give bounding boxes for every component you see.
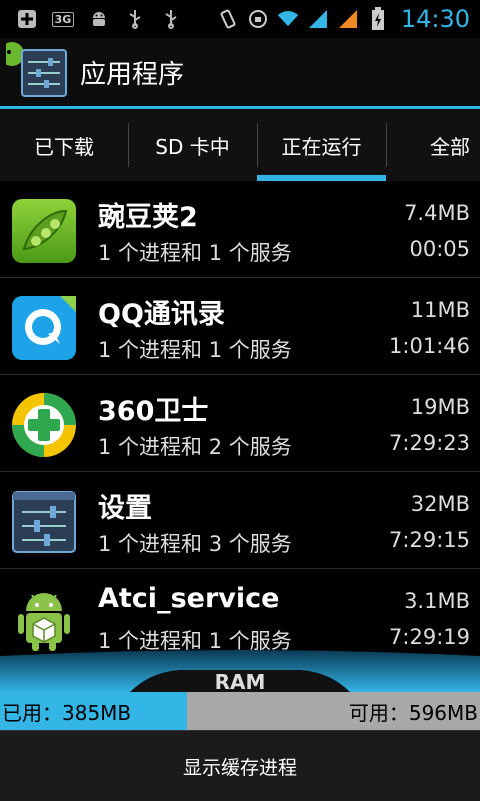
ram-label: RAM <box>214 670 266 694</box>
signal-icon <box>307 8 329 30</box>
app-process-info: 1 个进程和 1 个服务 <box>98 338 292 362</box>
add-notification-icon <box>16 8 38 30</box>
tab-label: SD 卡中 <box>155 134 230 159</box>
app-run-time: 7:29:19 <box>389 625 470 649</box>
battery-charging-icon <box>367 7 389 30</box>
list-item[interactable]: QQ通讯录 1 个进程和 1 个服务 11MB 1:01:46 <box>0 278 480 375</box>
settings-icon <box>10 488 78 556</box>
app-run-time: 7:29:23 <box>389 431 470 455</box>
360-security-icon <box>10 391 78 459</box>
list-item[interactable]: 设置 1 个进程和 3 个服务 32MB 7:29:15 <box>0 472 480 569</box>
status-left-icons: 3G <box>0 8 182 30</box>
show-cached-processes-button[interactable]: 显示缓存进程 <box>183 753 297 780</box>
list-item[interactable]: Atci_service 1 个进程和 1 个服务 3.1MB 7:29:19 <box>0 569 480 656</box>
list-item[interactable]: 360卫士 1 个进程和 2 个服务 19MB 7:29:23 <box>0 375 480 472</box>
app-run-time: 00:05 <box>409 237 470 261</box>
status-right-icons: 14:30 <box>217 5 480 33</box>
tab-bar: 已下载 SD 卡中 正在运行 全部 <box>0 109 480 182</box>
app-memory-size: 3.1MB <box>404 589 470 613</box>
app-name: 设置 <box>98 493 152 524</box>
app-name: QQ通讯录 <box>98 299 225 330</box>
page-title: 应用程序 <box>80 59 185 90</box>
tab-label: 全部 <box>430 134 470 159</box>
action-bar: 应用程序 <box>0 38 480 109</box>
tab-all[interactable]: 全部 <box>386 109 480 181</box>
app-memory-size: 32MB <box>410 492 470 516</box>
wandoujia-icon <box>10 197 78 265</box>
tab-sd-card[interactable]: SD 卡中 <box>128 109 257 181</box>
ram-usage-bar: 已用：385MB 可用：596MB <box>0 692 480 730</box>
android-debug-icon <box>88 8 110 30</box>
app-name: Atci_service <box>98 583 280 614</box>
app-name: 360卫士 <box>98 396 209 427</box>
android-service-icon <box>10 585 78 653</box>
app-run-time: 1:01:46 <box>389 334 470 358</box>
settings-app-icon[interactable] <box>0 40 70 104</box>
tab-label: 正在运行 <box>281 134 362 159</box>
tab-downloaded[interactable]: 已下载 <box>0 109 128 181</box>
app-memory-size: 19MB <box>410 395 470 419</box>
network-type-label: 3G <box>51 11 75 27</box>
list-item[interactable]: 豌豆荚2 1 个进程和 1 个服务 7.4MB 00:05 <box>0 181 480 278</box>
ram-free-segment: 可用：596MB <box>187 692 480 730</box>
app-process-info: 1 个进程和 1 个服务 <box>98 241 292 265</box>
app-name: 豌豆荚2 <box>98 202 198 233</box>
clock-time: 14:30 <box>400 5 470 33</box>
wifi-icon <box>277 8 299 30</box>
status-bar: 3G 14:30 <box>0 0 480 38</box>
running-app-list: 豌豆荚2 1 个进程和 1 个服务 7.4MB 00:05 QQ通讯录 1 个进… <box>0 181 480 656</box>
app-run-time: 7:29:15 <box>389 528 470 552</box>
tab-label: 已下载 <box>34 134 94 159</box>
usb-icon <box>124 8 146 30</box>
vibrate-icon <box>217 8 239 30</box>
app-process-info: 1 个进程和 3 个服务 <box>98 532 292 556</box>
app-memory-size: 7.4MB <box>404 201 470 225</box>
app-process-info: 1 个进程和 2 个服务 <box>98 435 292 459</box>
usb-icon-2 <box>160 8 182 30</box>
qq-contacts-icon <box>10 294 78 362</box>
ram-usage-panel: RAM 已用：385MB 可用：596MB <box>0 648 480 730</box>
rotation-lock-icon <box>247 8 269 30</box>
tab-running[interactable]: 正在运行 <box>257 109 386 181</box>
app-memory-size: 11MB <box>410 298 470 322</box>
signal-icon-2 <box>337 8 359 30</box>
bottom-bar: 显示缓存进程 <box>0 730 480 801</box>
network-3g-icon: 3G <box>51 8 75 30</box>
ram-used-segment: 已用：385MB <box>0 692 188 730</box>
